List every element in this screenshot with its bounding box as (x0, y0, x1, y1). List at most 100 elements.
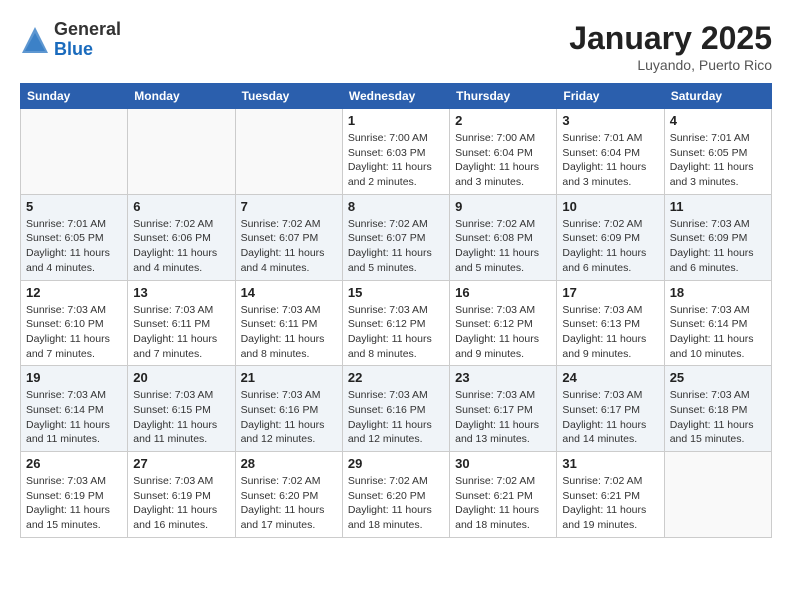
day-number: 9 (455, 199, 551, 214)
logo-text: General Blue (54, 20, 121, 60)
day-info: Sunrise: 7:02 AM Sunset: 6:06 PM Dayligh… (133, 217, 229, 276)
day-number: 5 (26, 199, 122, 214)
day-info: Sunrise: 7:03 AM Sunset: 6:14 PM Dayligh… (670, 303, 766, 362)
day-info: Sunrise: 7:02 AM Sunset: 6:20 PM Dayligh… (348, 474, 444, 533)
calendar-day-cell: 27Sunrise: 7:03 AM Sunset: 6:19 PM Dayli… (128, 452, 235, 538)
day-number: 12 (26, 285, 122, 300)
day-number: 26 (26, 456, 122, 471)
calendar-week-row: 1Sunrise: 7:00 AM Sunset: 6:03 PM Daylig… (21, 109, 772, 195)
calendar-day-cell (21, 109, 128, 195)
location-label: Luyando, Puerto Rico (569, 57, 772, 73)
day-number: 22 (348, 370, 444, 385)
day-of-week-header: Thursday (450, 84, 557, 109)
calendar-day-cell: 18 Sunrise: 7:03 AM Sunset: 6:14 PM Dayli… (664, 280, 771, 366)
day-number: 10 (562, 199, 658, 214)
day-number: 7 (241, 199, 337, 214)
calendar-week-row: 5 Sunrise: 7:01 AM Sunset: 6:05 PM Daylig… (21, 194, 772, 280)
calendar-day-cell: 7 Sunrise: 7:02 AM Sunset: 6:07 PM Daylig… (235, 194, 342, 280)
header-row: SundayMondayTuesdayWednesdayThursdayFrid… (21, 84, 772, 109)
day-of-week-header: Friday (557, 84, 664, 109)
day-info: Sunrise: 7:03 AM Sunset: 6:16 PM Dayligh… (241, 388, 337, 447)
calendar-week-row: 26 Sunrise: 7:03 AM Sunset: 6:19 PM Dayli… (21, 452, 772, 538)
day-info: Sunrise: 7:03 AM Sunset: 6:11 PM Dayligh… (133, 303, 229, 362)
day-number: 6 (133, 199, 229, 214)
day-info: Sunrise: 7:03 AM Sunset: 6:18 PM Dayligh… (670, 388, 766, 447)
calendar-day-cell: 26 Sunrise: 7:03 AM Sunset: 6:19 PM Dayli… (21, 452, 128, 538)
calendar-day-cell: 9 Sunrise: 7:02 AM Sunset: 6:08 PM Daylig… (450, 194, 557, 280)
day-number: 21 (241, 370, 337, 385)
calendar-week-row: 12Sunrise: 7:03 AM Sunset: 6:10 PM Dayli… (21, 280, 772, 366)
day-info: Sunrise: 7:03 AM Sunset: 6:12 PM Dayligh… (455, 303, 551, 362)
calendar-day-cell: 8Sunrise: 7:02 AM Sunset: 6:07 PM Daylig… (342, 194, 449, 280)
calendar-day-cell: 21 Sunrise: 7:03 AM Sunset: 6:16 PM Dayli… (235, 366, 342, 452)
day-info: Sunrise: 7:03 AM Sunset: 6:17 PM Dayligh… (455, 388, 551, 447)
calendar-day-cell: 19 Sunrise: 7:03 AM Sunset: 6:14 PM Dayli… (21, 366, 128, 452)
month-title: January 2025 (569, 20, 772, 57)
day-number: 4 (670, 113, 766, 128)
calendar-day-cell: 30 Sunrise: 7:02 AM Sunset: 6:21 PM Dayli… (450, 452, 557, 538)
calendar-day-cell: 23 Sunrise: 7:03 AM Sunset: 6:17 PM Dayli… (450, 366, 557, 452)
day-info: Sunrise: 7:03 AM Sunset: 6:11 PM Dayligh… (241, 303, 337, 362)
day-info: Sunrise: 7:02 AM Sunset: 6:09 PM Dayligh… (562, 217, 658, 276)
calendar-day-cell: 10 Sunrise: 7:02 AM Sunset: 6:09 PM Dayli… (557, 194, 664, 280)
day-number: 17 (562, 285, 658, 300)
day-of-week-header: Saturday (664, 84, 771, 109)
day-number: 20 (133, 370, 229, 385)
day-info: Sunrise: 7:02 AM Sunset: 6:07 PM Dayligh… (348, 217, 444, 276)
day-info: Sunrise: 7:03 AM Sunset: 6:15 PM Dayligh… (133, 388, 229, 447)
day-number: 15 (348, 285, 444, 300)
day-number: 18 (670, 285, 766, 300)
calendar-day-cell: 24 Sunrise: 7:03 AM Sunset: 6:17 PM Dayli… (557, 366, 664, 452)
calendar-day-cell: 3 Sunrise: 7:01 AM Sunset: 6:04 PM Daylig… (557, 109, 664, 195)
day-info: Sunrise: 7:03 AM Sunset: 6:17 PM Dayligh… (562, 388, 658, 447)
day-number: 2 (455, 113, 551, 128)
calendar-day-cell: 25 Sunrise: 7:03 AM Sunset: 6:18 PM Dayli… (664, 366, 771, 452)
day-number: 19 (26, 370, 122, 385)
calendar-day-cell: 13 Sunrise: 7:03 AM Sunset: 6:11 PM Dayli… (128, 280, 235, 366)
day-number: 13 (133, 285, 229, 300)
day-number: 1 (348, 113, 444, 128)
day-number: 28 (241, 456, 337, 471)
day-info: Sunrise: 7:00 AM Sunset: 6:04 PM Dayligh… (455, 131, 551, 190)
page-header: General Blue January 2025 Luyando, Puert… (20, 20, 772, 73)
day-of-week-header: Tuesday (235, 84, 342, 109)
calendar-day-cell (128, 109, 235, 195)
logo: General Blue (20, 20, 121, 60)
day-info: Sunrise: 7:02 AM Sunset: 6:08 PM Dayligh… (455, 217, 551, 276)
day-number: 25 (670, 370, 766, 385)
title-block: January 2025 Luyando, Puerto Rico (569, 20, 772, 73)
day-info: Sunrise: 7:01 AM Sunset: 6:05 PM Dayligh… (26, 217, 122, 276)
day-info: Sunrise: 7:03 AM Sunset: 6:16 PM Dayligh… (348, 388, 444, 447)
day-number: 31 (562, 456, 658, 471)
calendar-header: SundayMondayTuesdayWednesdayThursdayFrid… (21, 84, 772, 109)
calendar-day-cell (664, 452, 771, 538)
calendar-day-cell: 28 Sunrise: 7:02 AM Sunset: 6:20 PM Dayli… (235, 452, 342, 538)
day-info: Sunrise: 7:01 AM Sunset: 6:04 PM Dayligh… (562, 131, 658, 190)
calendar-body: 1Sunrise: 7:00 AM Sunset: 6:03 PM Daylig… (21, 109, 772, 538)
calendar-week-row: 19 Sunrise: 7:03 AM Sunset: 6:14 PM Dayli… (21, 366, 772, 452)
day-info: Sunrise: 7:01 AM Sunset: 6:05 PM Dayligh… (670, 131, 766, 190)
day-info: Sunrise: 7:03 AM Sunset: 6:19 PM Dayligh… (26, 474, 122, 533)
day-of-week-header: Sunday (21, 84, 128, 109)
day-number: 23 (455, 370, 551, 385)
day-info: Sunrise: 7:02 AM Sunset: 6:21 PM Dayligh… (562, 474, 658, 533)
calendar-day-cell: 20 Sunrise: 7:03 AM Sunset: 6:15 PM Dayli… (128, 366, 235, 452)
calendar-day-cell: 16Sunrise: 7:03 AM Sunset: 6:12 PM Dayli… (450, 280, 557, 366)
day-of-week-header: Monday (128, 84, 235, 109)
day-of-week-header: Wednesday (342, 84, 449, 109)
calendar-day-cell: 12Sunrise: 7:03 AM Sunset: 6:10 PM Dayli… (21, 280, 128, 366)
day-info: Sunrise: 7:03 AM Sunset: 6:14 PM Dayligh… (26, 388, 122, 447)
calendar-day-cell: 31 Sunrise: 7:02 AM Sunset: 6:21 PM Dayli… (557, 452, 664, 538)
logo-general-label: General (54, 20, 121, 40)
calendar-day-cell: 5 Sunrise: 7:01 AM Sunset: 6:05 PM Daylig… (21, 194, 128, 280)
day-number: 24 (562, 370, 658, 385)
day-info: Sunrise: 7:02 AM Sunset: 6:07 PM Dayligh… (241, 217, 337, 276)
day-number: 30 (455, 456, 551, 471)
calendar-day-cell: 11Sunrise: 7:03 AM Sunset: 6:09 PM Dayli… (664, 194, 771, 280)
day-number: 3 (562, 113, 658, 128)
day-info: Sunrise: 7:02 AM Sunset: 6:21 PM Dayligh… (455, 474, 551, 533)
calendar-day-cell: 29 Sunrise: 7:02 AM Sunset: 6:20 PM Dayli… (342, 452, 449, 538)
day-number: 29 (348, 456, 444, 471)
calendar-day-cell: 2 Sunrise: 7:00 AM Sunset: 6:04 PM Daylig… (450, 109, 557, 195)
day-info: Sunrise: 7:02 AM Sunset: 6:20 PM Dayligh… (241, 474, 337, 533)
